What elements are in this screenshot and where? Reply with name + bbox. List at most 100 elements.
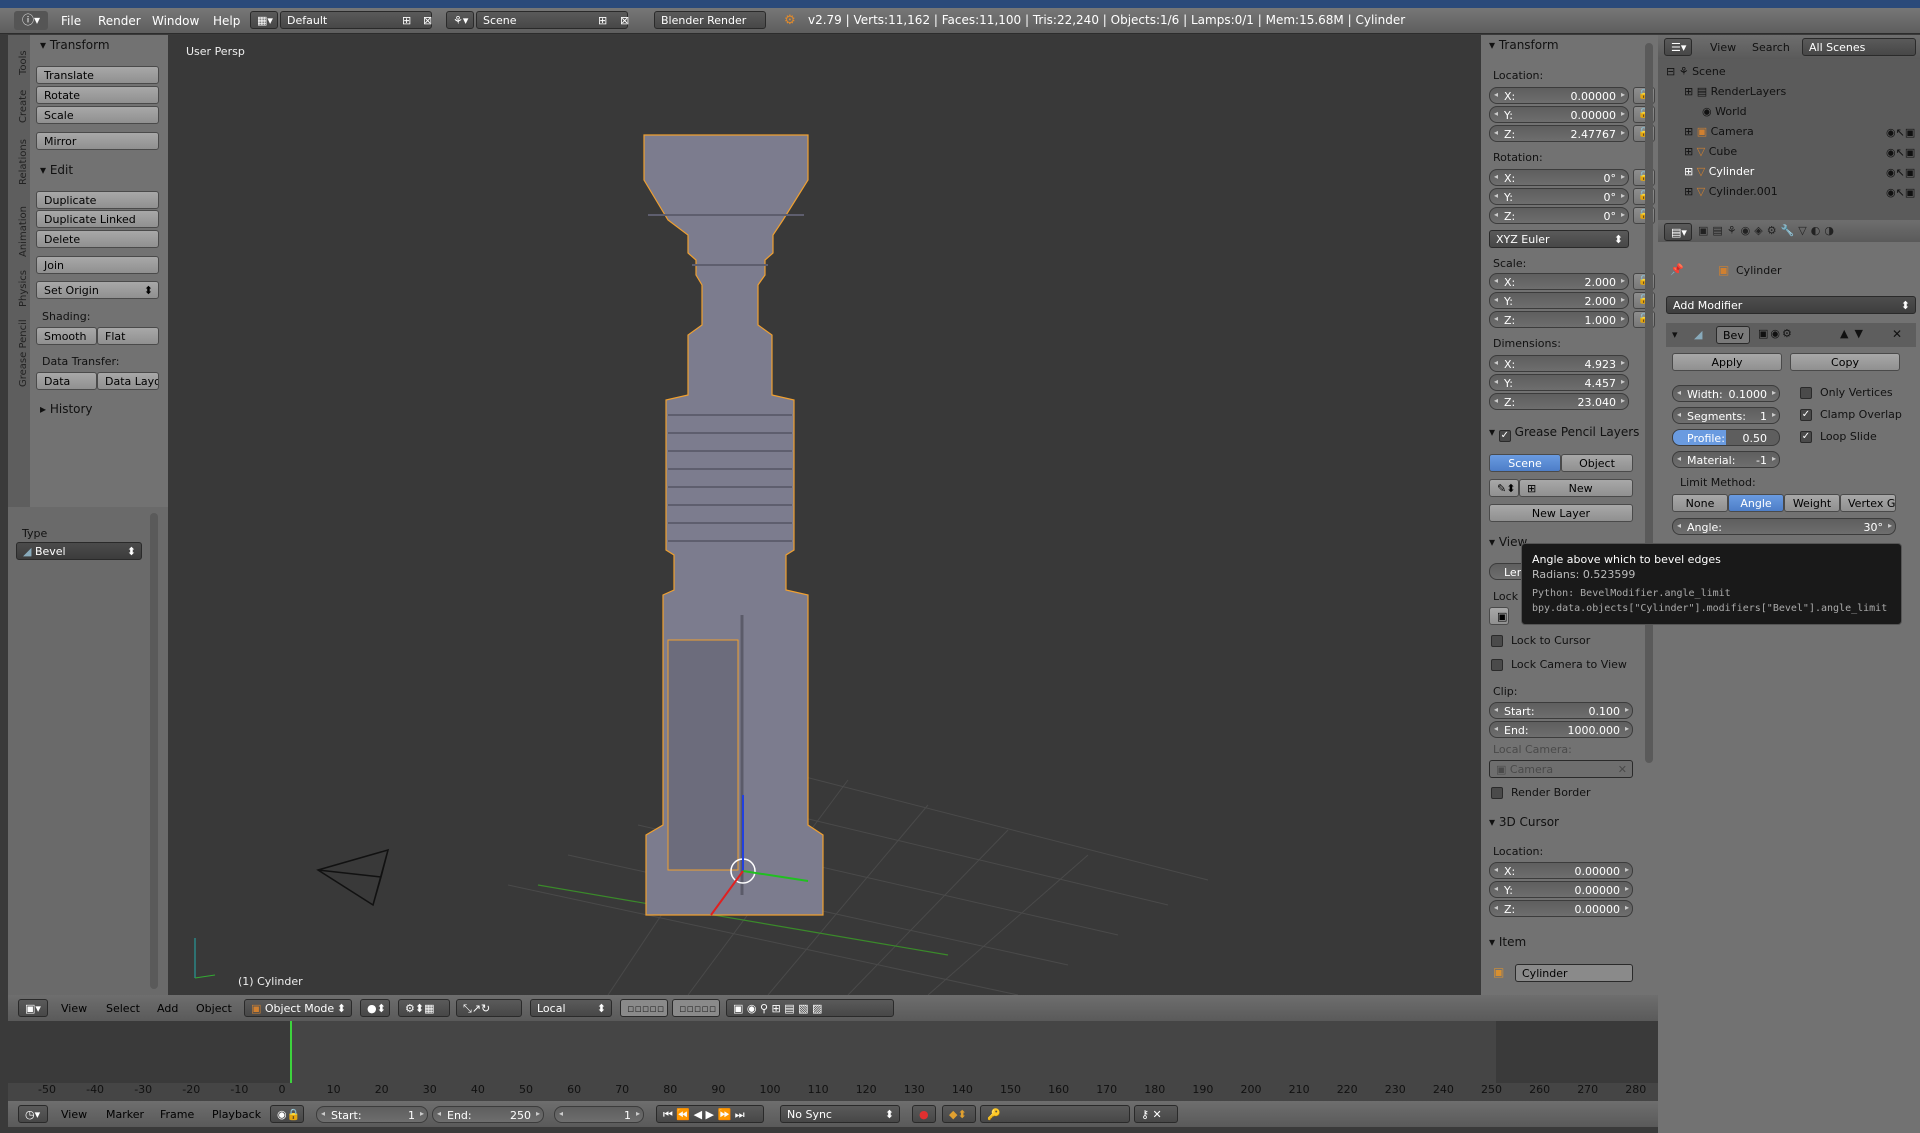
scale-x-field[interactable]: ◂ X: 2.000 ▸ bbox=[1489, 273, 1629, 290]
limit-none-button[interactable]: None bbox=[1672, 494, 1728, 512]
lock-camera-checkbox[interactable] bbox=[1491, 659, 1503, 671]
insert-delete-key-icons[interactable]: ⚷ ✕ bbox=[1134, 1105, 1178, 1123]
layout-add-icon[interactable]: ⊞ bbox=[402, 14, 411, 27]
loop-slide-checkbox[interactable]: ✓ bbox=[1800, 431, 1812, 443]
gp-pencil-icon[interactable]: ✎⬍ bbox=[1489, 479, 1519, 497]
properties-context-tabs[interactable]: ▣▤⚘◉◈⚙🔧▽◐◑ bbox=[1698, 224, 1838, 237]
shading-mode-select[interactable]: ●⬍ bbox=[360, 999, 390, 1017]
outliner-item-renderlayers[interactable]: ⊞ ▤ RenderLayers bbox=[1684, 85, 1786, 98]
rotate-button[interactable]: Rotate bbox=[36, 86, 159, 104]
outliner-item-world[interactable]: ◉ World bbox=[1702, 105, 1747, 118]
grease-pencil-layers-title[interactable]: ▾ ✓ Grease Pencil Layers bbox=[1489, 425, 1639, 442]
modifier-move-icons[interactable]: ▲▼ bbox=[1840, 327, 1869, 340]
bevel-segments-field[interactable]: ◂ Segments: 1 ▸ bbox=[1672, 407, 1780, 424]
join-button[interactable]: Join bbox=[36, 256, 159, 274]
preview-range-icons[interactable]: ◉🔒 bbox=[270, 1105, 304, 1123]
cursor-z-field[interactable]: ◂ Z: 0.00000 ▸ bbox=[1489, 900, 1633, 917]
tab-grease-pencil[interactable]: Grease Pencil bbox=[18, 319, 29, 387]
outliner-visibility-icons[interactable]: ◉↖▣ ◉↖▣ ◉↖▣ ◉↖▣ bbox=[1886, 123, 1915, 203]
location-z-field[interactable]: ◂ Z: 2.47767 ▸ bbox=[1489, 125, 1629, 142]
limit-angle-button[interactable]: Angle bbox=[1728, 494, 1784, 512]
scale-y-field[interactable]: ◂ Y: 2.000 ▸ bbox=[1489, 292, 1629, 309]
cursor-y-field[interactable]: ◂ Y: 0.00000 ▸ bbox=[1489, 881, 1633, 898]
data-layout-button[interactable]: Data Layo bbox=[97, 372, 159, 390]
gp-object-button[interactable]: Object bbox=[1561, 454, 1633, 472]
dimensions-z-field[interactable]: ◂ Z: 23.040 ▸ bbox=[1489, 393, 1629, 410]
tl-playback-menu[interactable]: Playback bbox=[212, 1108, 261, 1121]
location-y-field[interactable]: ◂ Y: 0.00000 ▸ bbox=[1489, 106, 1629, 123]
edit-section-title[interactable]: ▾ Edit bbox=[40, 163, 73, 177]
gp-new-button[interactable]: ⊞ New bbox=[1519, 479, 1633, 497]
tl-view-menu[interactable]: View bbox=[61, 1108, 87, 1121]
modifier-name-field[interactable]: Bev bbox=[1716, 326, 1750, 344]
outliner-search-menu[interactable]: Search bbox=[1752, 41, 1790, 54]
manipulator-icons[interactable]: ⤡↗↻ bbox=[456, 999, 522, 1017]
viewport-editor-icon[interactable]: ▣▾ bbox=[18, 999, 48, 1017]
outliner-editor-icon[interactable]: ☰▾ bbox=[1664, 38, 1692, 56]
cursor-x-field[interactable]: ◂ X: 0.00000 ▸ bbox=[1489, 862, 1633, 879]
tab-tools[interactable]: Tools bbox=[18, 50, 29, 75]
tab-animation[interactable]: Animation bbox=[18, 206, 29, 257]
bevel-width-field[interactable]: ◂ Width: 0.1000 ▸ bbox=[1672, 385, 1780, 402]
outliner-item-cylinder[interactable]: ⊞ ▽ Cylinder bbox=[1684, 165, 1754, 178]
clamp-overlap-checkbox[interactable]: ✓ bbox=[1800, 409, 1812, 421]
keying-set-field[interactable]: 🔑 bbox=[980, 1105, 1130, 1123]
lock-to-cursor-checkbox[interactable] bbox=[1491, 635, 1503, 647]
tab-create[interactable]: Create bbox=[18, 90, 29, 123]
3d-cursor-title[interactable]: ▾ 3D Cursor bbox=[1489, 815, 1559, 829]
outliner-item-cube[interactable]: ⊞ ▽ Cube bbox=[1684, 145, 1737, 158]
pivot-and-overlay-icons[interactable]: ⚙⬍▦ bbox=[398, 999, 450, 1017]
modifier-collapse-icon[interactable]: ▾ bbox=[1672, 328, 1678, 341]
translate-button[interactable]: Translate bbox=[36, 66, 159, 84]
scene-add-icon[interactable]: ⊞ bbox=[598, 14, 607, 27]
gp-scene-button[interactable]: Scene bbox=[1489, 454, 1561, 472]
scale-button[interactable]: Scale bbox=[36, 106, 159, 124]
duplicate-button[interactable]: Duplicate bbox=[36, 191, 159, 209]
apply-button[interactable]: Apply bbox=[1672, 353, 1782, 371]
layout-icon[interactable]: ▦▾ bbox=[250, 11, 278, 29]
dimensions-x-field[interactable]: ◂ X: 4.923 ▸ bbox=[1489, 355, 1629, 372]
type-select[interactable]: ◢ Bevel ⬍ bbox=[16, 542, 142, 560]
limit-vertex-group-button[interactable]: Vertex G... bbox=[1840, 494, 1896, 512]
info-editor-icon[interactable]: ⓘ▾ bbox=[14, 11, 48, 30]
data-button[interactable]: Data bbox=[36, 372, 97, 390]
delete-button[interactable]: Delete bbox=[36, 230, 159, 248]
mirror-button[interactable]: Mirror bbox=[36, 132, 159, 150]
limit-weight-button[interactable]: Weight bbox=[1784, 494, 1840, 512]
playback-controls[interactable]: ⏮ ⏪ ◀ ▶ ⏩ ⏭ bbox=[656, 1105, 764, 1123]
only-vertices-checkbox[interactable] bbox=[1800, 387, 1812, 399]
menu-render[interactable]: Render bbox=[98, 14, 141, 28]
rotation-mode-select[interactable]: XYZ Euler ⬍ bbox=[1489, 230, 1629, 248]
properties-editor-icon[interactable]: ▤▾ bbox=[1664, 223, 1692, 241]
set-origin-select[interactable]: Set Origin ⬍ bbox=[36, 281, 159, 299]
3d-viewport[interactable]: User Persp (1) Cylinder bbox=[168, 35, 1481, 995]
menu-help[interactable]: Help bbox=[213, 14, 240, 28]
dimensions-y-field[interactable]: ◂ Y: 4.457 ▸ bbox=[1489, 374, 1629, 391]
rotation-z-field[interactable]: ◂ Z: 0° ▸ bbox=[1489, 207, 1629, 224]
start-frame-field[interactable]: ◂ Start: 1 ▸ bbox=[316, 1106, 428, 1123]
rotation-x-field[interactable]: ◂ X: 0° ▸ bbox=[1489, 169, 1629, 186]
bevel-material-field[interactable]: ◂ Material: -1 ▸ bbox=[1672, 451, 1780, 468]
smooth-button[interactable]: Smooth bbox=[36, 327, 97, 345]
outliner-display-select[interactable]: All Scenes bbox=[1802, 38, 1916, 56]
bevel-profile-slider[interactable]: Profile: 0.50 bbox=[1672, 429, 1780, 446]
current-frame-field[interactable]: ◂ 1 ▸ bbox=[554, 1106, 644, 1123]
keying-set-icon[interactable]: ◆⬍ bbox=[942, 1105, 976, 1123]
location-x-field[interactable]: ◂ X: 0.00000 ▸ bbox=[1489, 87, 1629, 104]
n-transform-title[interactable]: ▾ Transform bbox=[1489, 38, 1559, 52]
duplicate-linked-button[interactable]: Duplicate Linked bbox=[36, 210, 159, 228]
record-icon[interactable]: ● bbox=[912, 1105, 936, 1123]
outliner-view-menu[interactable]: View bbox=[1710, 41, 1736, 54]
clip-start-field[interactable]: ◂ Start: 0.100 ▸ bbox=[1489, 702, 1633, 719]
operator-scrollbar[interactable] bbox=[150, 513, 158, 989]
current-frame-line[interactable] bbox=[290, 1021, 292, 1083]
flat-button[interactable]: Flat bbox=[97, 327, 159, 345]
local-camera-field[interactable]: ▣ Camera ✕ bbox=[1489, 760, 1633, 778]
pin-icon[interactable]: 📌 bbox=[1670, 263, 1684, 276]
tl-marker-menu[interactable]: Marker bbox=[106, 1108, 144, 1121]
scale-z-field[interactable]: ◂ Z: 1.000 ▸ bbox=[1489, 311, 1629, 328]
n-panel-scrollbar[interactable] bbox=[1645, 43, 1653, 763]
outliner-item-camera[interactable]: ⊞ ▣ Camera bbox=[1684, 125, 1754, 138]
add-modifier-select[interactable]: Add Modifier ⬍ bbox=[1666, 296, 1916, 314]
lock-object-icon[interactable]: ▣ bbox=[1489, 607, 1509, 625]
